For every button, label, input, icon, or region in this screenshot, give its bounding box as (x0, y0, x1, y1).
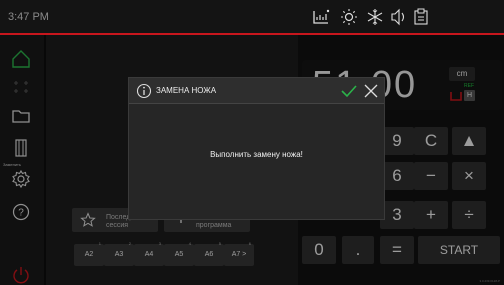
sun-icon[interactable] (340, 8, 358, 26)
scale-icon[interactable] (312, 8, 330, 26)
blade-change-dialog: ЗАМЕНА НОЖА Выполнить замену ножа! (128, 77, 385, 220)
dialog-message: Выполнить замену ножа! (210, 150, 303, 159)
confirm-check-icon[interactable] (340, 82, 358, 100)
close-icon[interactable] (362, 82, 380, 100)
dialog-title: ЗАМЕНА НОЖА (156, 86, 217, 95)
version-text: 3.0.239.0128-P (479, 279, 500, 283)
snowflake-icon[interactable] (366, 8, 384, 26)
clipboard-icon[interactable] (412, 8, 430, 26)
clock: 3:47 PM (8, 11, 49, 23)
info-icon (136, 83, 152, 99)
status-bar: 3:47 PM (0, 0, 504, 35)
dialog-header: ЗАМЕНА НОЖА (129, 78, 384, 104)
sound-icon[interactable] (390, 8, 408, 26)
